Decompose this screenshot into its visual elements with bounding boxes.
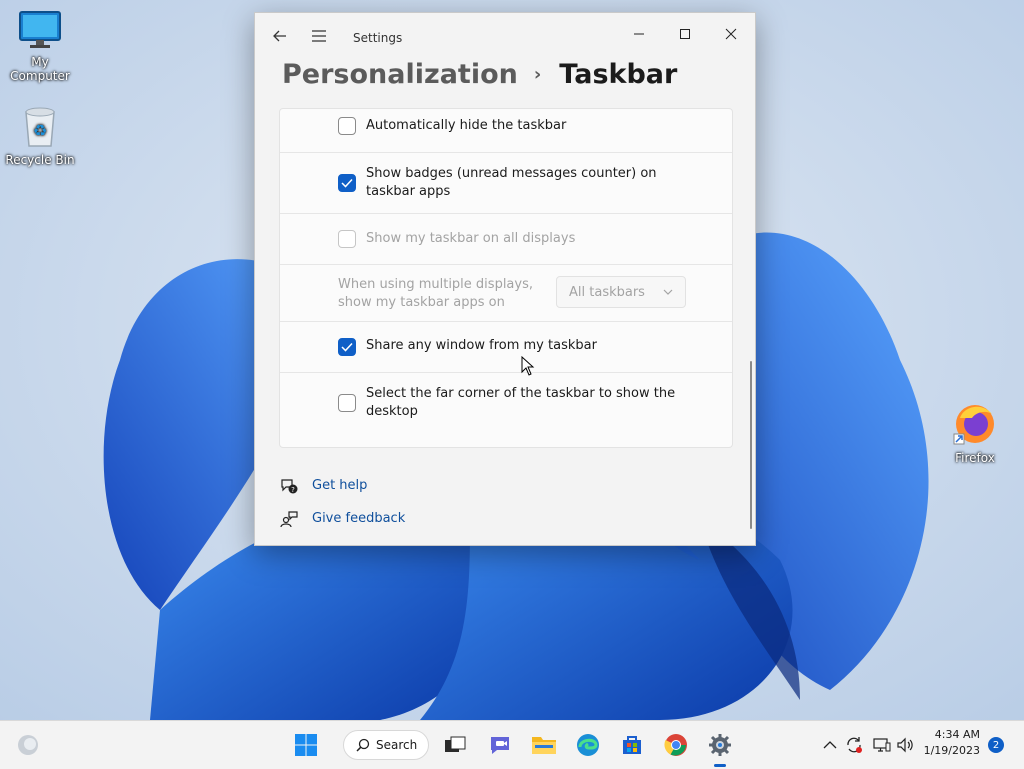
get-help-label: Get help	[312, 478, 368, 493]
chevron-down-icon	[663, 289, 673, 295]
show-hidden-icons-button[interactable]	[820, 735, 840, 755]
give-feedback-label: Give feedback	[312, 511, 406, 526]
desktop-icon-label: Recycle Bin	[5, 153, 75, 167]
setting-row-all-displays: Show my taskbar on all displays	[280, 213, 732, 265]
file-explorer-button[interactable]	[528, 729, 560, 761]
setting-label: Select the far corner of the taskbar to …	[366, 386, 676, 419]
taskbar-behaviors-panel: Automatically hide the taskbar Show badg…	[279, 108, 733, 448]
title-bar[interactable]: Settings	[255, 13, 755, 61]
start-button[interactable]	[289, 729, 323, 761]
store-icon	[623, 736, 641, 754]
edge-icon	[577, 734, 599, 756]
chevron-up-icon	[823, 741, 837, 749]
maximize-button[interactable]	[662, 19, 708, 49]
settings-window: Settings Personalization › Taskbar Autom…	[254, 12, 756, 546]
desktop-icon-label: My Computer	[10, 55, 70, 83]
maximize-icon	[680, 29, 690, 39]
setting-row-multiple-displays: When using multiple displays, show my ta…	[280, 264, 732, 322]
desktop-icon-my-computer[interactable]: My Computer	[0, 10, 80, 83]
active-app-indicator	[714, 764, 726, 767]
page-title: Taskbar	[559, 59, 678, 90]
widgets-button[interactable]	[12, 729, 44, 761]
give-feedback-link[interactable]: Give feedback	[279, 502, 405, 535]
svg-text:?: ?	[291, 486, 295, 494]
teams-chat-icon	[491, 737, 509, 754]
clock-date: 1/19/2023	[923, 744, 980, 757]
volume-icon	[897, 737, 913, 753]
breadcrumb: Personalization › Taskbar	[282, 59, 677, 90]
close-icon	[725, 28, 737, 40]
volume-tray-button[interactable]	[896, 735, 916, 755]
taskbar: Search 4:34 AM 1/19/2023 2	[0, 720, 1024, 769]
setting-row-show-badges[interactable]: Show badges (unread messages counter) on…	[280, 152, 732, 214]
minimize-icon	[634, 33, 644, 35]
weather-widget-icon	[18, 735, 38, 755]
file-explorer-icon	[532, 737, 556, 754]
taskbar-apps-dropdown: All taskbars	[556, 276, 686, 308]
breadcrumb-parent-personalization[interactable]: Personalization	[282, 59, 518, 90]
show-badges-checkbox[interactable]	[338, 174, 356, 192]
recycle-bin-icon: ♻	[25, 107, 55, 147]
setting-label: Share any window from my taskbar	[366, 338, 597, 353]
get-help-link[interactable]: ? Get help	[279, 469, 405, 502]
close-button[interactable]	[708, 19, 754, 49]
setting-label: Show badges (unread messages counter) on…	[366, 166, 657, 199]
system-clock[interactable]: 4:34 AM 1/19/2023	[924, 727, 980, 759]
help-links: ? Get help Give feedback	[279, 469, 405, 535]
breadcrumb-separator-icon: ›	[533, 64, 542, 85]
network-tray-button[interactable]	[872, 735, 892, 755]
task-view-icon	[445, 736, 466, 752]
auto-hide-checkbox[interactable]	[338, 117, 356, 135]
back-button[interactable]	[265, 21, 295, 51]
setting-label: Automatically hide the taskbar	[366, 118, 567, 133]
far-corner-checkbox[interactable]	[338, 394, 356, 412]
monitor-icon	[19, 11, 61, 48]
search-icon	[356, 738, 370, 752]
mouse-cursor-icon	[521, 356, 535, 376]
chrome-button[interactable]	[660, 729, 692, 761]
start-icon	[295, 734, 317, 756]
sync-icon	[847, 737, 862, 753]
settings-icon	[709, 734, 731, 756]
notification-badge[interactable]: 2	[988, 737, 1004, 753]
teams-chat-button[interactable]	[484, 729, 516, 761]
clock-time: 4:34 AM	[934, 728, 980, 741]
sync-tray-button[interactable]	[844, 735, 864, 755]
setting-row-share-window[interactable]: Share any window from my taskbar	[280, 321, 732, 373]
back-arrow-icon	[273, 30, 286, 42]
taskbar-search-box[interactable]: Search	[343, 730, 429, 760]
network-icon	[873, 738, 891, 752]
minimize-button[interactable]	[616, 19, 662, 49]
hamburger-menu-icon	[312, 30, 326, 42]
checkmark-icon	[341, 342, 353, 352]
svg-text:♻: ♻	[33, 121, 47, 140]
setting-label: Show my taskbar on all displays	[366, 231, 576, 246]
feedback-icon	[279, 509, 299, 529]
window-title: Settings	[353, 31, 403, 45]
chrome-icon	[664, 734, 687, 756]
task-view-button[interactable]	[439, 729, 471, 761]
share-window-checkbox[interactable]	[338, 338, 356, 356]
setting-label: When using multiple displays, show my ta…	[338, 277, 533, 310]
settings-app-button[interactable]	[704, 729, 736, 761]
search-label: Search	[376, 738, 418, 752]
desktop-icon-recycle-bin[interactable]: ♻ Recycle Bin	[0, 104, 80, 167]
firefox-icon	[953, 405, 994, 445]
help-chat-icon: ?	[279, 476, 299, 496]
scrollbar[interactable]	[750, 361, 752, 529]
dropdown-value: All taskbars	[569, 284, 645, 300]
all-displays-checkbox	[338, 230, 356, 248]
desktop-icon-label: Firefox	[955, 451, 995, 465]
setting-row-far-corner[interactable]: Select the far corner of the taskbar to …	[280, 372, 732, 434]
desktop-icon-firefox[interactable]: Firefox	[935, 400, 1015, 465]
edge-button[interactable]	[572, 729, 604, 761]
store-button[interactable]	[616, 729, 648, 761]
setting-row-auto-hide[interactable]: Automatically hide the taskbar	[280, 109, 732, 153]
checkmark-icon	[341, 178, 353, 188]
navigation-menu-button[interactable]	[304, 21, 334, 51]
